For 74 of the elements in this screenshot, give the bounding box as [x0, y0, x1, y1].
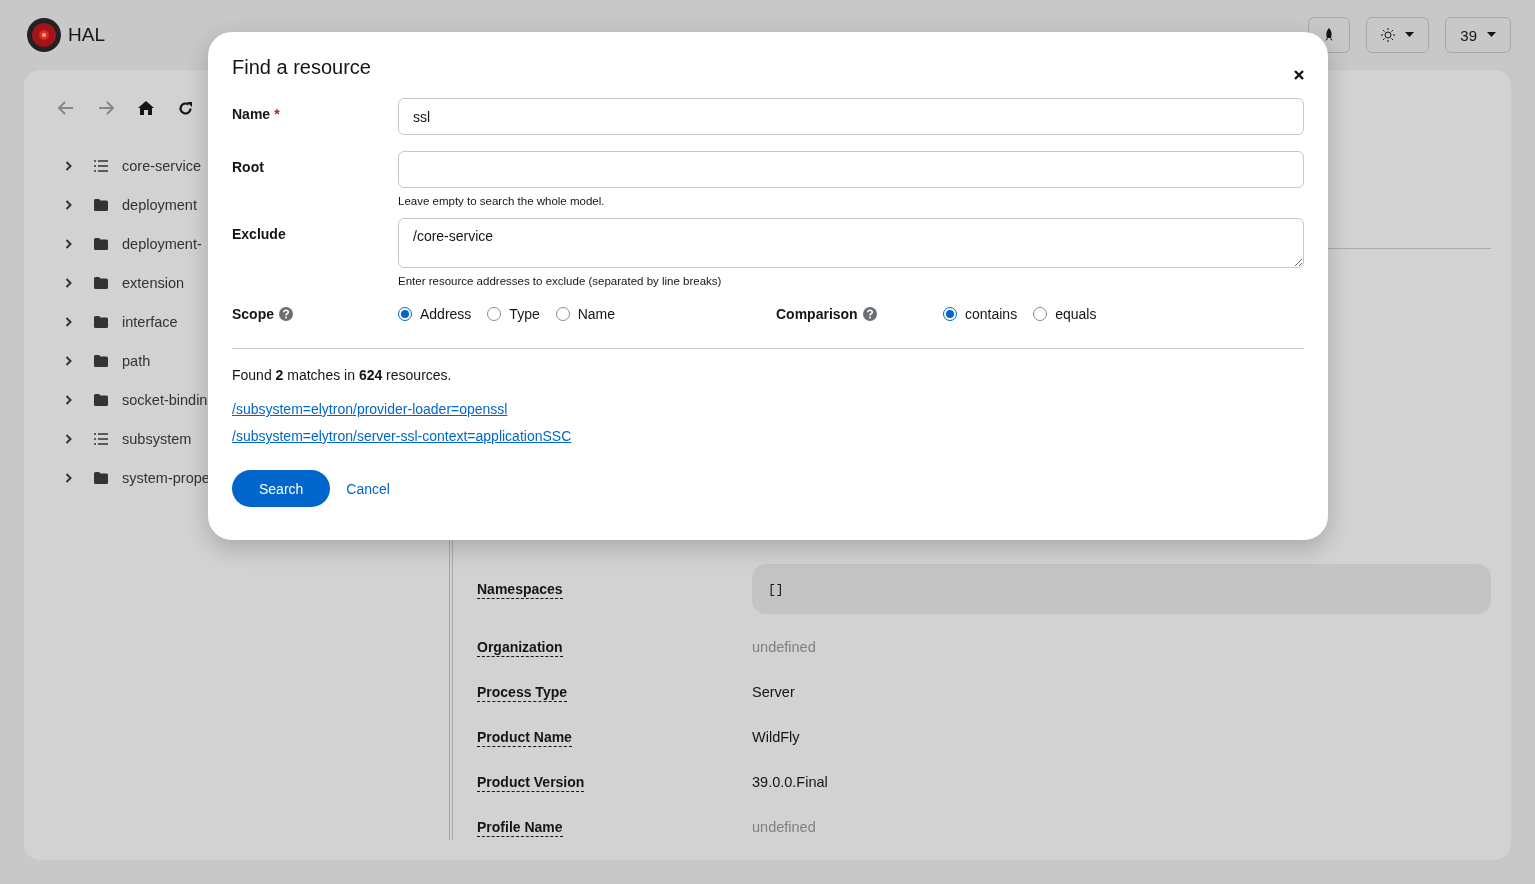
tree-item[interactable]: deployment-	[122, 235, 202, 252]
option-label: Comparison	[776, 306, 858, 322]
chevron-icon[interactable]	[64, 160, 74, 171]
folder-icon	[94, 198, 108, 211]
help-text: Leave empty to search the whole model.	[398, 195, 606, 207]
chevron-icon[interactable]	[64, 433, 74, 444]
tree-item[interactable]: socket-bindin	[122, 391, 208, 408]
result-link[interactable]: /subsystem=elytron/server-ssl-context=applicationSSC	[232, 428, 572, 444]
sun-icon	[1381, 28, 1396, 42]
attribute-value: undefined	[752, 818, 816, 835]
folder-icon	[94, 393, 108, 406]
attribute-value: undefined	[752, 638, 816, 655]
caret-icon	[1405, 32, 1415, 38]
caret-icon	[1487, 32, 1496, 38]
dialog-title: Find a resource	[232, 56, 371, 79]
attribute-value: WildFly	[752, 728, 800, 745]
radio-option[interactable]: Type	[487, 306, 540, 322]
list-icon	[94, 159, 108, 172]
attribute-label: Process Type	[477, 683, 567, 702]
tree-item[interactable]: path	[122, 352, 151, 369]
exclude-field[interactable]: /core-service	[398, 218, 1304, 268]
tree-item[interactable]: core-service	[122, 157, 201, 174]
version-menu[interactable]: 39	[1445, 17, 1511, 53]
text-field[interactable]	[398, 151, 1304, 188]
search-button[interactable]: Search	[232, 470, 331, 507]
folder-icon	[94, 237, 108, 250]
field-label: Root	[232, 159, 264, 175]
chevron-icon[interactable]	[64, 277, 74, 288]
folder-icon	[94, 315, 108, 328]
chevron-icon[interactable]	[64, 394, 74, 405]
help-icon	[279, 307, 293, 321]
text-field[interactable]: ssl	[398, 98, 1304, 135]
theme-button[interactable]	[1366, 17, 1430, 53]
attribute-value: Server	[752, 683, 795, 700]
tree-item[interactable]: subsystem	[122, 430, 192, 447]
chevron-icon[interactable]	[64, 238, 74, 249]
logo-icon	[26, 17, 62, 53]
result-link[interactable]: /subsystem=elytron/provider-loader=openssl	[232, 401, 508, 417]
attribute-label: Profile Name	[477, 818, 563, 837]
help-text: Enter resource addresses to exclude (separated by line breaks)	[398, 275, 723, 287]
attribute-label: Product Version	[477, 773, 585, 792]
folder-icon	[94, 354, 108, 367]
chevron-icon[interactable]	[64, 355, 74, 366]
radio-option[interactable]: Name	[555, 306, 616, 322]
tree-item[interactable]: system-prope	[122, 469, 210, 486]
attribute-label: Organization	[477, 638, 563, 657]
rocket-icon	[1323, 28, 1336, 42]
required-mark: *	[274, 106, 280, 122]
attribute-label: Product Name	[477, 728, 572, 747]
tree-item[interactable]: interface	[122, 313, 178, 330]
close-icon	[1294, 70, 1304, 80]
list-icon	[94, 432, 108, 445]
radio-option[interactable]: Address	[398, 306, 472, 322]
code-block: []	[752, 564, 1491, 614]
attribute-label: Namespaces	[477, 581, 563, 599]
field-label: Exclude	[232, 226, 286, 242]
field-label: Name	[232, 106, 271, 122]
chevron-icon[interactable]	[64, 472, 74, 483]
help-icon	[862, 307, 877, 321]
option-label: Scope	[232, 306, 274, 322]
cancel-button[interactable]: Cancel	[346, 480, 390, 497]
folder-icon	[94, 471, 108, 484]
home-icon[interactable]	[138, 101, 154, 115]
chevron-icon[interactable]	[64, 199, 74, 210]
radio-option[interactable]: contains	[943, 306, 1018, 322]
attribute-value: 39.0.0.Final	[752, 773, 828, 790]
app-name: HAL	[68, 24, 105, 46]
radio-option[interactable]: equals	[1033, 306, 1097, 322]
reload-icon[interactable]	[178, 100, 193, 116]
chevron-icon[interactable]	[64, 316, 74, 327]
tree-item[interactable]: deployment	[122, 196, 197, 213]
result-summary: Found 2 matches in 624 resources.	[232, 367, 453, 383]
tree-item[interactable]: extension	[122, 274, 185, 291]
folder-icon	[94, 276, 108, 289]
